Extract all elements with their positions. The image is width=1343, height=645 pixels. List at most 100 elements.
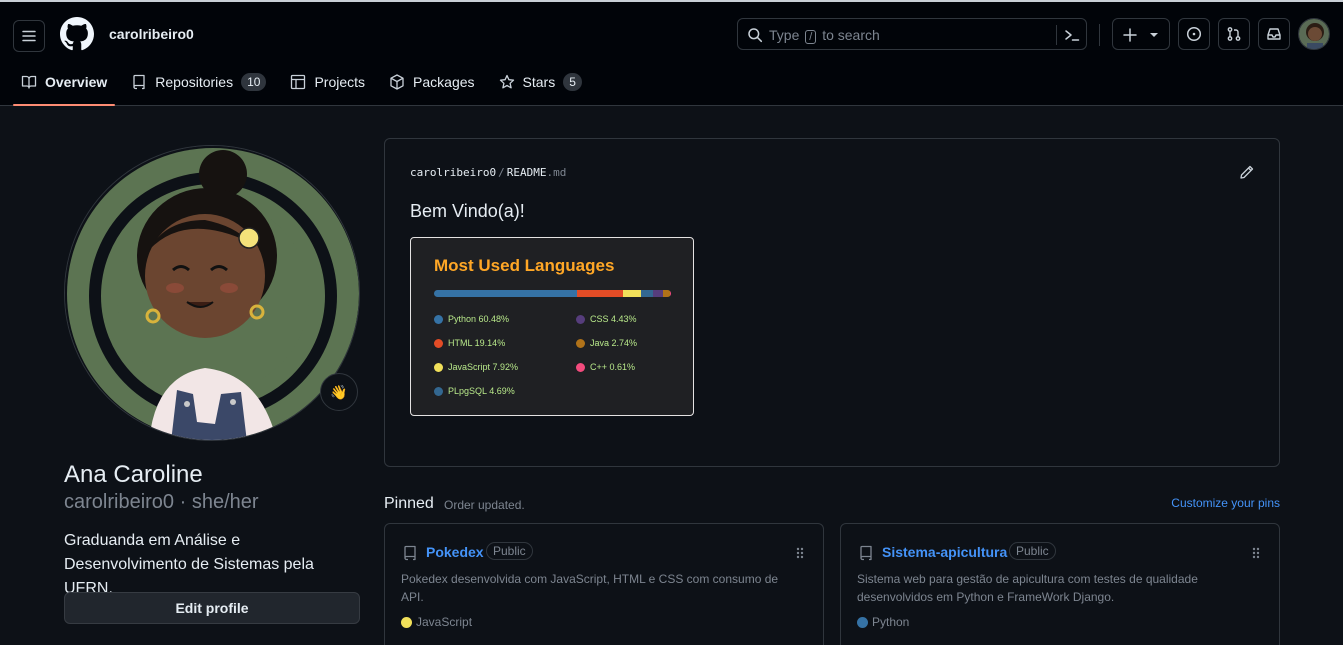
drag-handle-icon[interactable] xyxy=(795,546,805,560)
search-shortcut-key: / xyxy=(805,30,817,44)
pull-requests-button[interactable] xyxy=(1218,18,1250,50)
repo-icon xyxy=(133,74,145,90)
readme-filename[interactable]: README xyxy=(507,166,547,179)
waving-hand-icon: 👋 xyxy=(330,383,348,400)
repo-icon xyxy=(860,545,872,561)
issue-opened-icon xyxy=(1186,26,1202,42)
package-icon xyxy=(390,74,404,90)
profile-fullname: Ana Caroline xyxy=(64,461,203,488)
pinned-repo-description: Pokedex desenvolvida com JavaScript, HTM… xyxy=(401,572,779,604)
table-icon xyxy=(291,74,306,90)
language-color-dot xyxy=(576,338,585,348)
language-color-dot xyxy=(434,314,443,324)
language-legend-item: Python 60.48% xyxy=(434,314,509,324)
language-bar-segment-c xyxy=(669,290,671,297)
language-bar-segment-plpgsql xyxy=(641,290,653,297)
language-legend-item: PLpgSQL 4.69% xyxy=(434,386,515,396)
visibility-badge: Public xyxy=(1009,542,1056,560)
pinned-repo-card: Sistema-apicultura Public Sistema web pa… xyxy=(840,523,1280,645)
path-separator: / xyxy=(498,166,505,179)
search-input[interactable]: Type / to search xyxy=(737,18,1087,50)
profile-login-pronouns: carolribeiro0 · she/her xyxy=(64,491,259,513)
tab-packages[interactable]: Packages xyxy=(381,62,482,102)
pinned-heading: Pinned xyxy=(384,495,434,512)
tab-label: Stars xyxy=(522,74,556,90)
global-header: carolribeiro0 Type / to search Overview xyxy=(0,2,1343,106)
language-color-dot xyxy=(401,616,412,628)
plus-icon xyxy=(1123,28,1137,42)
issues-button[interactable] xyxy=(1178,18,1210,50)
profile-tabs: Overview Repositories 10 Projects Packag… xyxy=(13,62,598,106)
tab-stars[interactable]: Stars 5 xyxy=(491,62,590,102)
repo-icon xyxy=(404,545,416,561)
inbox-icon xyxy=(1267,28,1281,40)
language-color-dot xyxy=(576,314,585,324)
search-placeholder: Type / to search xyxy=(769,27,880,44)
language-legend-label: C++ 0.61% xyxy=(590,362,636,372)
profile-avatar[interactable] xyxy=(64,145,360,441)
language-bar-segment-html xyxy=(577,290,623,297)
language-legend-label: JavaScript 7.92% xyxy=(448,362,519,372)
book-icon xyxy=(21,75,37,89)
customize-pins-link[interactable]: Customize your pins xyxy=(1171,496,1280,510)
language-color-dot xyxy=(434,338,443,348)
language-color-dot xyxy=(434,362,443,372)
language-legend-item: C++ 0.61% xyxy=(576,362,635,372)
profile-readme: carolribeiro0/README.md Bem Vindo(a)! Mo… xyxy=(384,138,1280,467)
pinned-repo-name-link[interactable]: Sistema-apicultura xyxy=(882,544,1007,560)
pinned-repo-description: Sistema web para gestão de apicultura co… xyxy=(857,572,1198,604)
tab-label: Overview xyxy=(45,74,108,90)
inbox-button[interactable] xyxy=(1258,18,1290,50)
language-legend-label: PLpgSQL 4.69% xyxy=(448,386,515,396)
stars-count-badge: 5 xyxy=(563,73,582,91)
pinned-repo-card: Pokedex Public Pokedex desenvolvida com … xyxy=(384,523,824,645)
language-legend-label: Java 2.74% xyxy=(590,338,638,348)
header-divider xyxy=(1099,24,1100,46)
star-icon xyxy=(499,74,514,89)
tab-label: Projects xyxy=(314,74,366,90)
tab-repositories[interactable]: Repositories 10 xyxy=(123,62,274,102)
language-bar-segment-css xyxy=(652,290,664,297)
language-bar-segment-javascript xyxy=(622,290,642,297)
languages-progress-bar xyxy=(434,290,671,297)
readme-extension: .md xyxy=(546,166,567,179)
readme-heading: Bem Vindo(a)! xyxy=(410,201,525,221)
menu-button[interactable] xyxy=(13,20,45,52)
most-used-languages-card: Most Used Languages Python 60.48% HTML 19… xyxy=(410,237,694,416)
search-divider xyxy=(1056,25,1057,45)
pencil-icon[interactable] xyxy=(1239,164,1255,180)
command-palette-icon[interactable] xyxy=(1063,26,1081,44)
profile-bio: Graduanda em Análise e Desenvolvimento d… xyxy=(64,532,314,597)
triangle-down-icon xyxy=(1150,33,1158,37)
edit-profile-button[interactable]: Edit profile xyxy=(64,592,360,624)
tab-label: Packages xyxy=(413,74,475,90)
pinned-repo-language: JavaScript xyxy=(401,615,472,629)
set-status-button[interactable]: 👋 xyxy=(320,373,358,411)
avatar xyxy=(1299,19,1329,49)
git-pull-request-icon xyxy=(1227,27,1241,41)
avatar xyxy=(65,146,359,440)
header-username-link[interactable]: carolribeiro0 xyxy=(109,26,194,42)
language-legend-item: Java 2.74% xyxy=(576,338,637,348)
visibility-badge: Public xyxy=(486,542,533,560)
search-icon xyxy=(748,28,763,43)
tab-projects[interactable]: Projects xyxy=(282,62,373,102)
language-color-dot xyxy=(576,362,585,372)
language-legend-label: CSS 4.43% xyxy=(590,314,637,324)
language-color-dot xyxy=(857,616,868,628)
pinned-repo-language: Python xyxy=(857,615,909,629)
language-legend-item: JavaScript 7.92% xyxy=(434,362,518,372)
github-logo-icon[interactable] xyxy=(60,17,94,51)
languages-card-title: Most Used Languages xyxy=(434,256,615,275)
user-avatar-menu[interactable] xyxy=(1298,18,1330,50)
language-legend-item: CSS 4.43% xyxy=(576,314,637,324)
tab-label: Repositories xyxy=(155,74,234,90)
pinned-status-text: Order updated. xyxy=(444,498,525,512)
tab-overview[interactable]: Overview xyxy=(13,62,116,106)
language-bar-segment-python xyxy=(434,290,578,297)
pinned-repo-name-link[interactable]: Pokedex xyxy=(426,544,484,560)
create-new-button[interactable] xyxy=(1112,18,1170,50)
drag-handle-icon[interactable] xyxy=(1251,546,1261,560)
language-legend-label: Python 60.48% xyxy=(448,314,510,324)
readme-owner-link[interactable]: carolribeiro0 xyxy=(410,166,496,179)
